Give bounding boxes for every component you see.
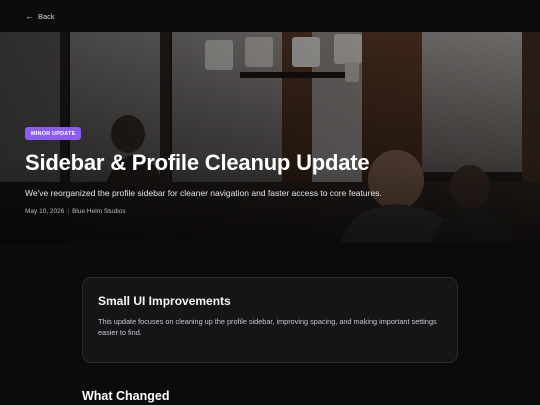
top-bar: ← Back	[0, 0, 540, 32]
summary-card: Small UI Improvements This update focuse…	[82, 277, 458, 363]
post-meta: May 10, 2026 | Blue Helm Studios	[25, 208, 126, 215]
back-button[interactable]: ← Back	[25, 10, 55, 21]
update-type-badge: MINOR UPDATE	[25, 127, 82, 140]
post-date: May 10, 2026	[25, 208, 65, 215]
back-label: Back	[38, 11, 55, 21]
section-heading: What Changed	[82, 389, 170, 403]
summary-card-title: Small UI Improvements	[98, 294, 231, 308]
summary-card-body: This update focuses on cleaning up the p…	[98, 317, 437, 337]
hero-banner: MINOR UPDATE Sidebar & Profile Cleanup U…	[0, 32, 540, 243]
meta-separator: |	[67, 208, 70, 215]
post-author: Blue Helm Studios	[72, 208, 126, 215]
page-title: Sidebar & Profile Cleanup Update	[25, 150, 370, 175]
page-subtitle: We've reorganized the profile sidebar fo…	[25, 188, 382, 198]
arrow-left-icon: ←	[25, 10, 34, 21]
